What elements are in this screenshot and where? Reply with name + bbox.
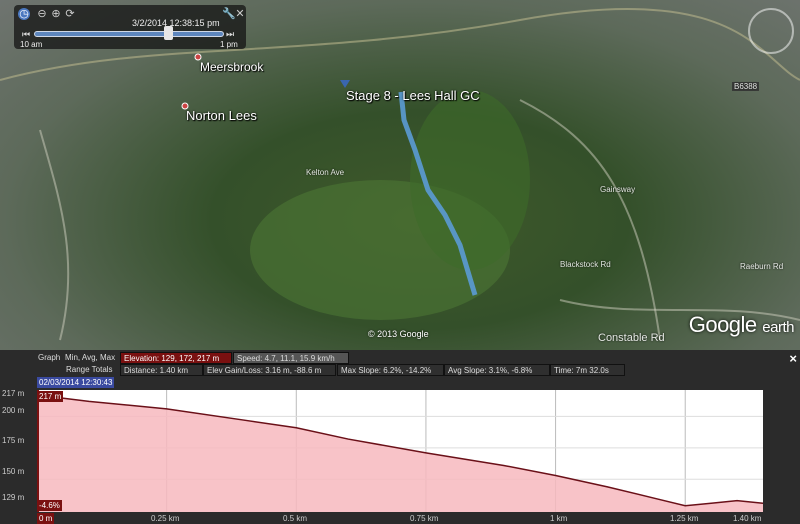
road-label: Blackstock Rd — [560, 260, 611, 269]
time-slider-track[interactable] — [34, 31, 224, 37]
x-tick: 0.25 km — [151, 514, 180, 523]
minavgmax-label: Min, Avg, Max — [65, 353, 116, 362]
elevation-chart[interactable]: 217 m -4.6% — [36, 390, 764, 512]
navigation-control[interactable] — [748, 8, 794, 54]
copyright: © 2013 Google — [368, 329, 429, 339]
elevation-point — [606, 486, 608, 488]
cursor-elevation: 217 m — [37, 391, 64, 402]
elevation-point — [736, 500, 738, 502]
cursor-time: 02/03/2014 12:30:43 — [37, 377, 115, 388]
cursor-slope: -4.6% — [37, 500, 62, 511]
x-tick: 1.40 km — [733, 514, 762, 523]
time-start-label: 10 am — [20, 40, 43, 49]
elevation-point — [88, 400, 90, 402]
elevation-profile-panel: Graph Min, Avg, Max Elevation: 129, 172,… — [0, 350, 800, 524]
elev-gain-loss-stat: Elev Gain/Loss: 3.16 m, -88.6 m — [203, 364, 336, 376]
road-label: Gainsway — [600, 185, 636, 194]
y-tick: 175 m — [2, 436, 25, 445]
close-profile-button[interactable]: × — [789, 351, 797, 366]
road-label: Kelton Ave — [306, 168, 345, 177]
speed-stat[interactable]: Speed: 4.7, 11.1, 15.9 km/h — [233, 352, 349, 364]
time-slider-handle[interactable] — [164, 26, 173, 40]
y-tick: 150 m — [2, 467, 25, 476]
clock-icon[interactable]: ◷ — [18, 8, 30, 20]
elevation-point — [555, 475, 557, 477]
wrench-icon[interactable]: 🔧 — [222, 8, 236, 20]
elevation-point — [295, 427, 297, 429]
elevation-point — [243, 419, 245, 421]
max-slope-stat: Max Slope: 6.2%, -14.2% — [337, 364, 444, 376]
time-stamp: 3/2/2014 12:38:15 pm — [132, 18, 220, 28]
place-label-meersbrook[interactable]: Meersbrook — [200, 60, 263, 74]
y-tick: 217 m — [2, 389, 25, 398]
google-earth-logo: Google earth — [688, 312, 795, 337]
cursor-distance: 0 m — [37, 513, 55, 524]
elevation-point — [503, 464, 505, 466]
zoom-out-time-icon[interactable]: ⊖ — [36, 8, 48, 20]
elevation-area — [37, 395, 763, 512]
elevation-point — [347, 438, 349, 440]
x-tick: 0.5 km — [283, 514, 308, 523]
range-totals-label: Range Totals — [66, 365, 113, 374]
road-label: B6388 — [732, 82, 760, 91]
road-label: Constable Rd — [598, 332, 665, 344]
placemark-label[interactable]: Stage 8 - Lees Hall GC — [346, 88, 480, 103]
skip-end-icon[interactable]: ⏭ — [226, 29, 234, 40]
x-tick: 0.75 km — [410, 514, 439, 523]
play-icon[interactable]: ⟳ — [64, 8, 76, 20]
map-view[interactable]: Stage 8 - Lees Hall GC Meersbrook Norton… — [0, 0, 800, 350]
road-label: Raeburn Rd — [740, 262, 784, 271]
elevation-point — [684, 505, 686, 507]
map-imagery — [0, 8, 800, 341]
elevation-point — [166, 408, 168, 410]
close-icon[interactable]: ✕ — [234, 8, 246, 20]
time-stat: Time: 7m 32.0s — [550, 364, 625, 376]
time-end-label: 1 pm — [220, 40, 238, 49]
x-tick: 1.25 km — [670, 514, 699, 523]
y-tick: 200 m — [2, 406, 25, 415]
avg-slope-stat: Avg Slope: 3.1%, -6.8% — [444, 364, 550, 376]
zoom-in-time-icon[interactable]: ⊕ — [50, 8, 62, 20]
distance-stat: Distance: 1.40 km — [120, 364, 203, 376]
elevation-stat[interactable]: Elevation: 129, 172, 217 m — [120, 352, 232, 364]
skip-start-icon[interactable]: ⏮ — [22, 29, 30, 40]
elevation-point — [658, 498, 660, 500]
place-label-norton-lees[interactable]: Norton Lees — [186, 108, 257, 123]
x-tick: 1 km — [550, 514, 568, 523]
y-tick: 129 m — [2, 493, 25, 502]
elevation-point — [425, 452, 427, 454]
elevation-point — [710, 502, 712, 504]
time-slider-panel: ◷ ⊖ ⊕ ⟳ 🔧 ✕ ⏮ ⏭ 3/2/2014 12:38:15 pm 10 … — [14, 5, 246, 49]
graph-label: Graph — [38, 353, 61, 362]
